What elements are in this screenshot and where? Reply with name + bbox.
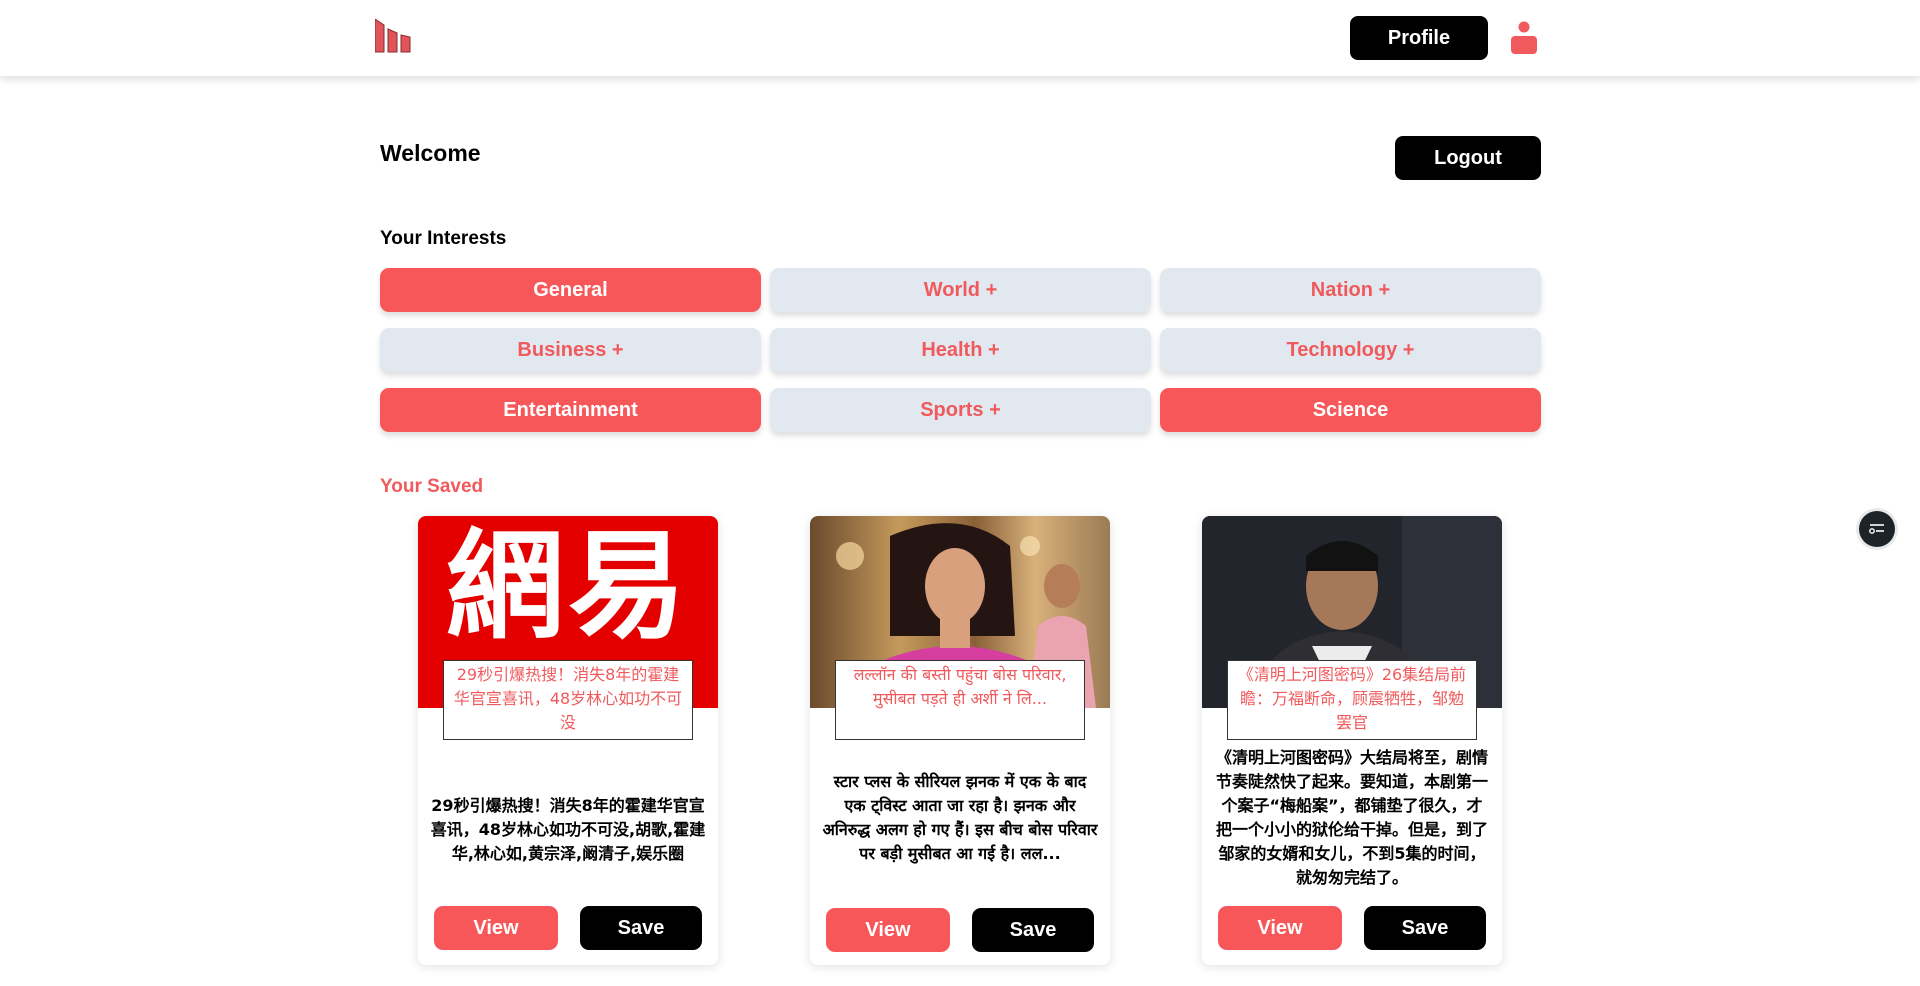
view-button[interactable]: View [1218, 906, 1342, 950]
interest-chip-general[interactable]: General [380, 268, 761, 312]
saved-article-card: 網易 29秒引爆热搜！消失8年的霍建华官宣喜讯，48岁林心如功不可没 29秒引爆… [418, 516, 718, 965]
save-button[interactable]: Save [972, 908, 1094, 952]
save-button[interactable]: Save [1364, 906, 1486, 950]
saved-article-card: 《清明上河图密码》26集结局前瞻：万福断命，顾震牺牲，邹勉罢官 《清明上河图密码… [1202, 516, 1502, 965]
interest-chip-business[interactable]: Business + [380, 328, 761, 372]
article-image-text: 網易 [445, 517, 690, 655]
view-button[interactable]: View [434, 906, 558, 950]
interest-chip-entertainment[interactable]: Entertainment [380, 388, 761, 432]
article-description: 《清明上河图密码》大结局将至，剧情节奏陡然快了起来。要知道，本剧第一个案子“梅船… [1215, 748, 1488, 887]
article-title: लल्लॉन की बस्ती पहुंचा बोस परिवार, मुसीब… [835, 660, 1085, 740]
article-title: 29秒引爆热搜！消失8年的霍建华官宣喜讯，48岁林心如功不可没 [443, 660, 693, 740]
interest-chip-nation[interactable]: Nation + [1160, 268, 1541, 312]
filter-lines-icon [1869, 524, 1884, 534]
interest-chip-science[interactable]: Science [1160, 388, 1541, 432]
interest-chip-sports[interactable]: Sports + [770, 388, 1151, 432]
welcome-heading: Welcome [380, 140, 481, 166]
view-button[interactable]: View [826, 908, 950, 952]
saved-article-card: लल्लॉन की बस्ती पहुंचा बोस परिवार, मुसीब… [810, 516, 1110, 965]
user-icon[interactable] [1511, 21, 1537, 54]
article-description: 29秒引爆热搜！消失8年的霍建华官宣喜讯，48岁林心如功不可没,胡歌,霍建华,林… [430, 796, 706, 863]
article-title: 《清明上河图密码》26集结局前瞻：万福断命，顾震牺牲，邹勉罢官 [1227, 660, 1477, 740]
interests-grid: General World + Nation + Business + Heal… [380, 268, 1541, 432]
save-button[interactable]: Save [580, 906, 702, 950]
logout-button[interactable]: Logout [1395, 136, 1541, 180]
profile-button[interactable]: Profile [1350, 16, 1488, 60]
interest-chip-world[interactable]: World + [770, 268, 1151, 312]
top-navbar: Profile [0, 0, 1920, 76]
interest-chip-technology[interactable]: Technology + [1160, 328, 1541, 372]
interest-chip-health[interactable]: Health + [770, 328, 1151, 372]
bar-logo-icon[interactable] [375, 19, 417, 57]
article-description: स्टार प्लस के सीरियल झनक में एक के बाद ए… [822, 772, 1098, 863]
filter-settings-icon[interactable] [1859, 511, 1895, 547]
saved-heading: Your Saved [380, 476, 484, 497]
interests-heading: Your Interests [380, 228, 507, 249]
